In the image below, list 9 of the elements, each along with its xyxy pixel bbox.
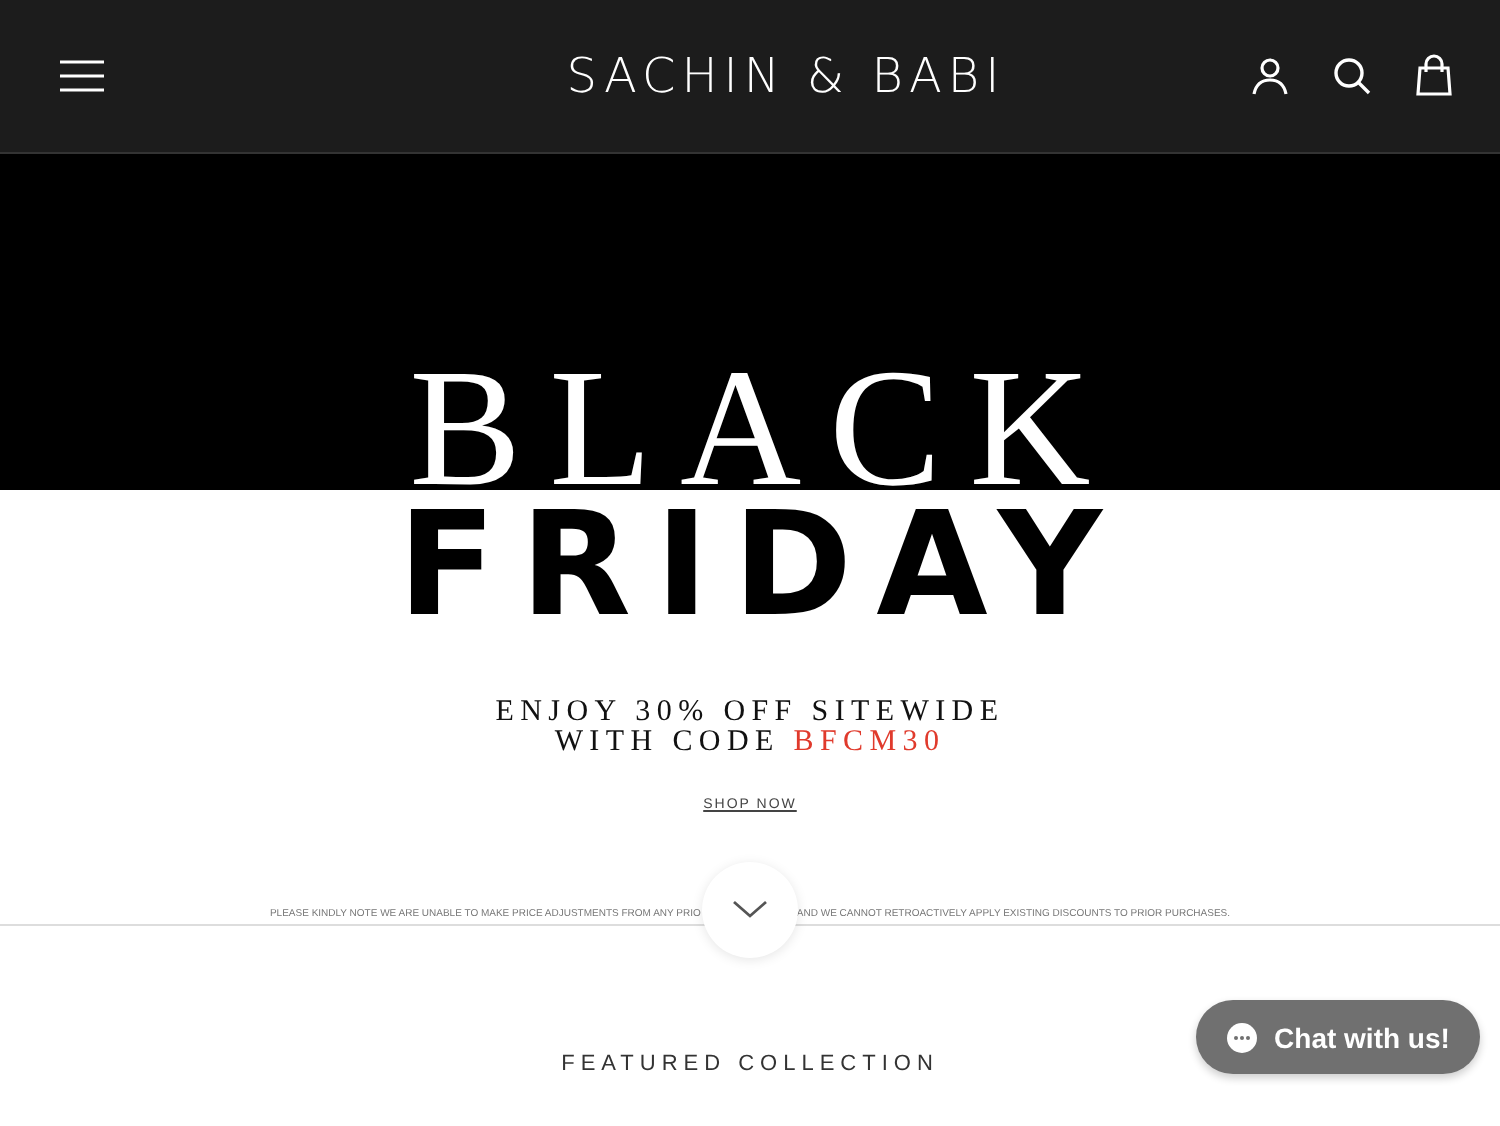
chat-button[interactable]: Chat with us! xyxy=(1196,1000,1480,1074)
hero-subtitle: FRIDAY xyxy=(395,494,1129,634)
hero-title: BLACK xyxy=(407,366,1119,494)
chat-bubble-icon xyxy=(1226,1021,1259,1053)
chevron-down-icon xyxy=(732,900,768,920)
logo[interactable]: SACHIN & BABI xyxy=(566,48,1006,104)
offer-text: ENJOY 30% OFF SITEWIDE xyxy=(493,698,1007,728)
offer-code-text: WITH CODE BFCM30 xyxy=(552,728,948,758)
section-title: FEATURED COLLECTION xyxy=(559,1052,941,1076)
